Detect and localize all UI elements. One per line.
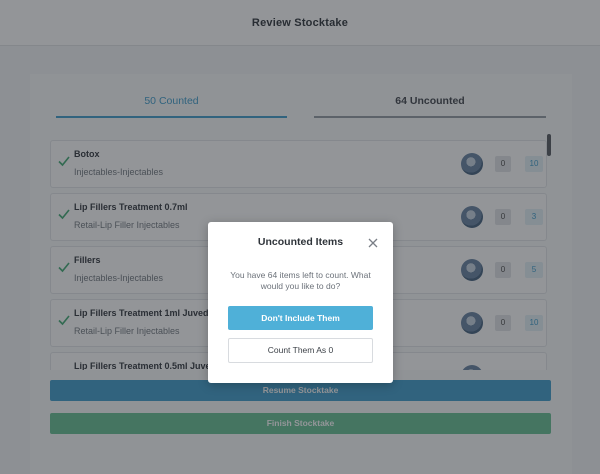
count-as-zero-button[interactable]: Count Them As 0 [228, 338, 373, 363]
dialog-message: You have 64 items left to count. What wo… [230, 270, 371, 291]
uncounted-items-dialog: Uncounted Items You have 64 items left t… [208, 222, 393, 383]
dont-include-button[interactable]: Don't Include Them [228, 306, 373, 330]
close-icon[interactable] [366, 236, 380, 250]
